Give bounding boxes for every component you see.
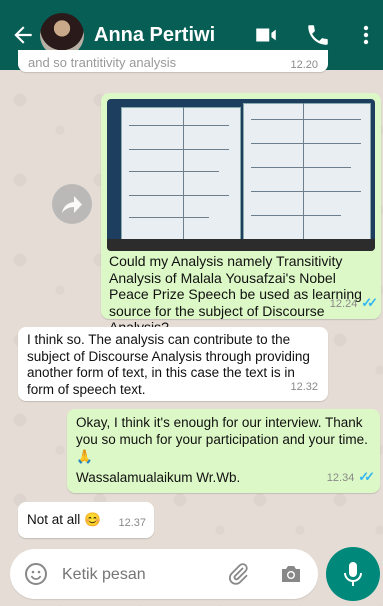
message-text: Okay, I think it's enough for our interv… — [76, 415, 368, 464]
video-call-icon[interactable] — [253, 22, 279, 48]
message-time: 12.34 — [326, 472, 355, 484]
message-text: and so trantitivity analysis — [28, 55, 177, 70]
read-receipt-icon: ✓✓ — [358, 469, 375, 484]
attached-document-photo[interactable] — [107, 99, 375, 251]
mic-icon — [344, 562, 362, 586]
message-meta: 12.24 ✓✓ — [329, 293, 378, 313]
message-bubble-incoming[interactable]: Not at all 😊 12.37 — [18, 502, 154, 538]
more-vert-icon[interactable] — [357, 22, 375, 48]
message-meta: 12.34 ✓✓ — [326, 467, 375, 487]
message-bubble-outgoing[interactable]: Okay, I think it's enough for our interv… — [67, 409, 380, 493]
mic-button[interactable] — [326, 547, 380, 601]
message-text: Not at all 😊 — [27, 512, 101, 527]
message-time: 12.24 — [329, 298, 358, 310]
message-time: 12.32 — [290, 381, 318, 393]
camera-icon[interactable] — [278, 562, 304, 586]
forward-button[interactable] — [52, 184, 92, 224]
emoji-icon[interactable] — [24, 562, 48, 586]
message-input-bar — [10, 549, 318, 599]
message-text: I think so. The analysis can contribute … — [27, 332, 310, 397]
read-receipt-icon: ✓✓ — [361, 295, 378, 310]
attach-icon[interactable] — [226, 562, 250, 586]
contact-name[interactable]: Anna Pertiwi — [94, 24, 240, 47]
message-time: 12.37 — [118, 517, 146, 529]
message-text-secondary: Wassalamualaikum Wr.Wb. — [76, 470, 241, 485]
image-message-bubble[interactable]: Could my Analysis namely Transitivity An… — [101, 93, 381, 335]
message-bubble-partial[interactable]: and so trantitivity analysis 12.20 — [18, 50, 328, 72]
message-input[interactable] — [60, 561, 214, 589]
phone-icon[interactable] — [305, 22, 331, 48]
message-time: 12.20 — [290, 59, 318, 71]
message-bubble-incoming[interactable]: I think so. The analysis can contribute … — [18, 327, 328, 401]
back-arrow-icon[interactable] — [10, 22, 36, 48]
